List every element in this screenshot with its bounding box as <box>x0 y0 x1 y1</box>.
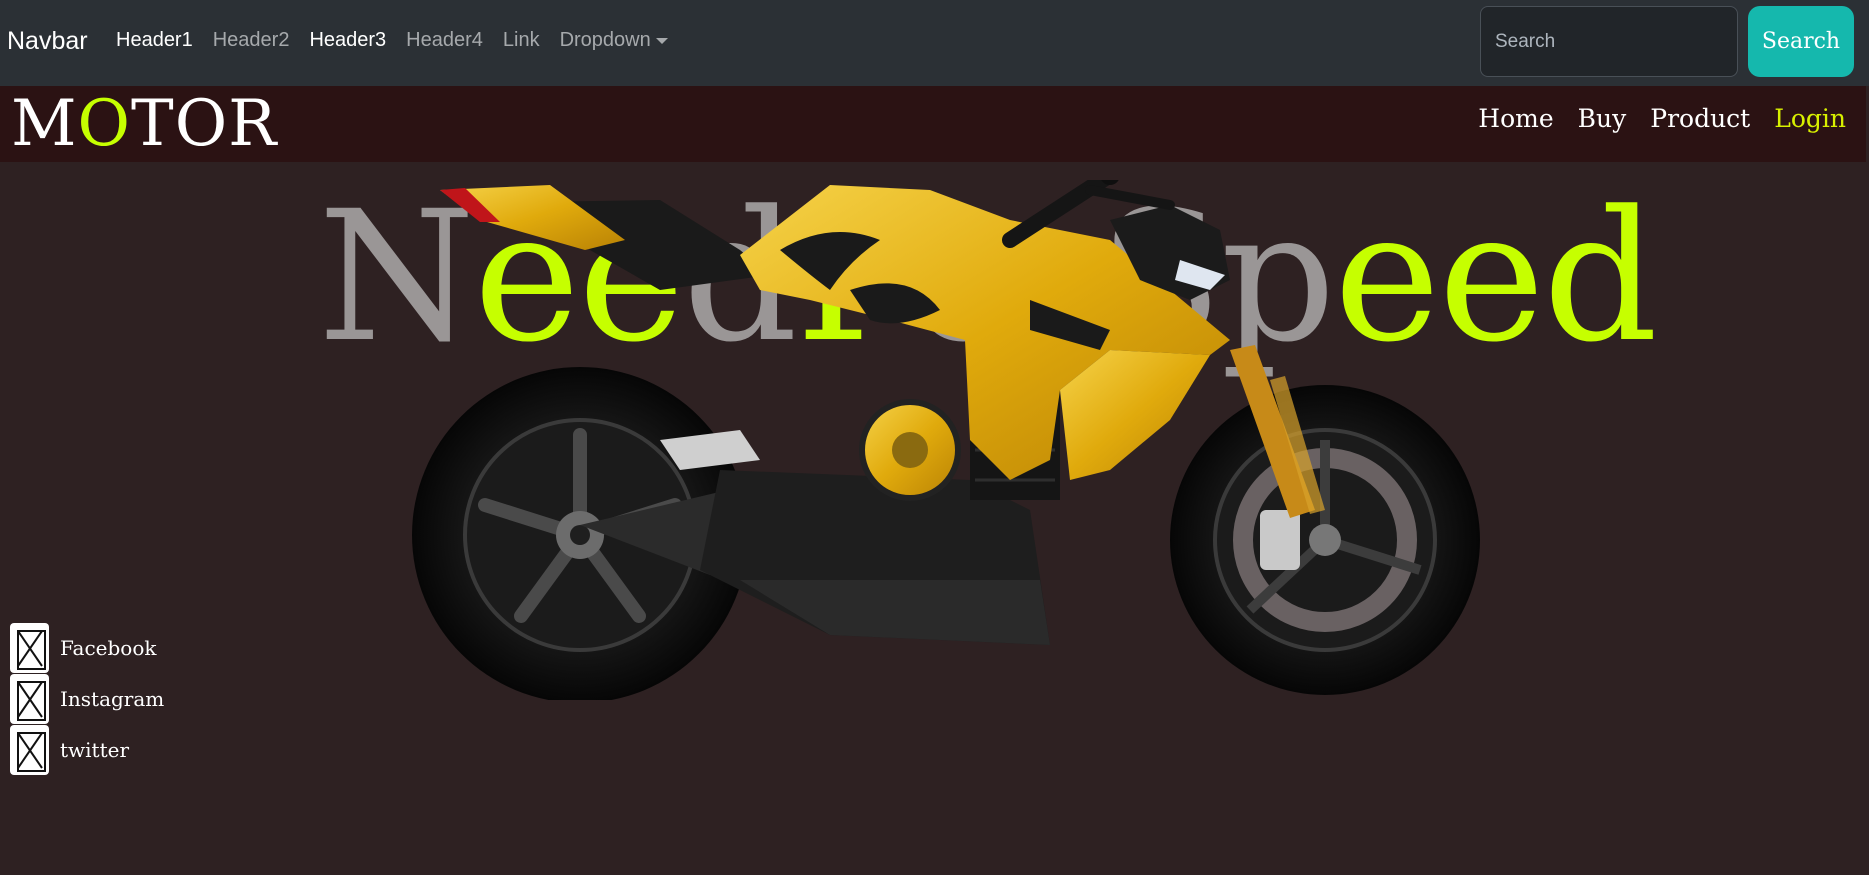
social-instagram[interactable]: Instagram <box>10 673 164 724</box>
navbar-brand[interactable]: Navbar <box>7 27 88 56</box>
site-menu: Home Buy Product Login <box>1478 104 1846 133</box>
top-navbar: Navbar Header1 Header2 Header3 Header4 L… <box>0 0 1869 86</box>
nav-link-header3[interactable]: Header3 <box>309 29 386 52</box>
motorcycle-icon <box>412 180 1480 700</box>
social-links: Facebook Instagram twitter <box>10 622 164 775</box>
broken-image-icon <box>10 673 49 724</box>
caret-down-icon <box>655 37 668 44</box>
nav-dropdown-label: Dropdown <box>559 29 651 51</box>
menu-product[interactable]: Product <box>1650 104 1750 133</box>
nav-dropdown[interactable]: Dropdown <box>560 29 668 52</box>
logo-text-end: TOR <box>131 87 278 161</box>
social-label: Instagram <box>60 686 165 711</box>
logo-text-start: M <box>11 87 78 161</box>
social-label: Facebook <box>60 635 157 660</box>
navbar-links: Header1 Header2 Header3 Header4 Link Dro… <box>116 29 668 52</box>
nav-link-header4[interactable]: Header4 <box>406 29 483 52</box>
search-button[interactable]: Search <box>1748 6 1854 77</box>
social-label: twitter <box>60 737 130 762</box>
nav-link-link[interactable]: Link <box>503 29 540 52</box>
search-input[interactable] <box>1480 6 1738 77</box>
logo-text-accent: O <box>77 87 131 161</box>
site-header: MOTOR Home Buy Product Login <box>0 86 1866 162</box>
nav-link-header2[interactable]: Header2 <box>213 29 290 52</box>
menu-home[interactable]: Home <box>1478 104 1553 133</box>
nav-link-header1[interactable]: Header1 <box>116 29 193 52</box>
social-facebook[interactable]: Facebook <box>10 622 164 673</box>
broken-image-icon <box>10 622 49 673</box>
site-logo[interactable]: MOTOR <box>11 88 277 160</box>
menu-buy[interactable]: Buy <box>1578 104 1627 133</box>
broken-image-icon <box>10 724 49 775</box>
menu-login[interactable]: Login <box>1774 104 1846 133</box>
social-twitter[interactable]: twitter <box>10 724 164 775</box>
